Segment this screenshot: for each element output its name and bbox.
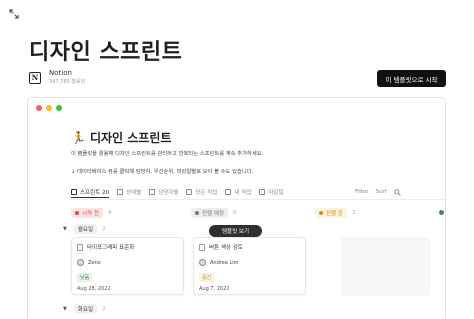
tab-label: 상태별	[126, 190, 142, 196]
view-toolbar: Filter Sort	[355, 186, 401, 198]
database-description: 이 템플릿을 활용해 디자인 스프린트를 관리하고 반복되는 스프린트를 계속 …	[71, 151, 264, 157]
toolbar-divider	[71, 199, 445, 200]
next-column-status-dot	[439, 210, 444, 215]
status-label: 시작 전	[82, 211, 99, 217]
use-template-button[interactable]: 이 템플릿으로 시작	[377, 70, 446, 87]
view-tabs: 스프린트 20 상태별 담당자별 모든 작업 내 작업 마감일	[71, 186, 292, 198]
task-card[interactable]: 버튼 색상 검토 Andrea Lim 중간 Aug 7, 2022	[193, 237, 306, 295]
tab-label: 내 작업	[234, 190, 252, 196]
priority-badge: 중간	[199, 273, 215, 282]
tab-due-date[interactable]: 마감일	[259, 186, 284, 198]
board-icon	[117, 189, 123, 195]
author-name[interactable]: Notion	[49, 69, 85, 78]
column-count: 2	[351, 210, 356, 216]
database-header: 🏃 디자인 스프린트	[71, 129, 171, 146]
group-monday[interactable]: ▼ 월요일 2	[63, 224, 106, 234]
empty-column-placeholder	[341, 237, 431, 296]
group-label: 월요일	[73, 224, 98, 234]
priority-badge: 낮음	[77, 273, 93, 282]
status-pill: 시작 전	[71, 208, 103, 218]
column-header-not-started: 시작 전 4	[71, 208, 111, 218]
collapse-icon[interactable]	[7, 6, 21, 20]
page-title: 디자인 스프린트	[29, 40, 183, 65]
status-dot	[75, 211, 79, 215]
group-count: 2	[102, 226, 106, 232]
tab-label: 담당자별	[158, 190, 179, 196]
window-minimize-dot	[46, 105, 52, 111]
window-maximize-dot	[56, 105, 62, 111]
list-icon	[186, 189, 193, 195]
column-count: 0	[233, 210, 237, 216]
status-dot	[319, 211, 323, 215]
tab-all-tasks[interactable]: 모든 작업	[186, 186, 217, 198]
card-title: 버튼 색상 검토	[199, 243, 243, 251]
runner-icon: 🏃	[71, 130, 86, 145]
column-header-in-progress: 진행 중 2	[315, 208, 355, 218]
table-icon	[71, 188, 77, 195]
tab-label: 마감일	[268, 190, 284, 196]
card-date: Aug 7, 2022	[199, 286, 230, 292]
card-assignee: Zeno	[77, 259, 101, 266]
notion-logo-icon: N	[29, 71, 41, 84]
assignee-name: Zeno	[88, 259, 101, 266]
person-icon	[149, 189, 156, 195]
assignee-name: Andrea Lim	[210, 259, 239, 266]
tab-sprint-20[interactable]: 스프린트 20	[71, 186, 109, 198]
sort-button[interactable]: Sort	[376, 189, 387, 195]
tab-label: 모든 작업	[195, 190, 218, 196]
filter-button[interactable]: Filter	[355, 189, 369, 195]
group-tuesday[interactable]: ▼ 화요일 2	[63, 304, 106, 314]
template-preview-window: 🏃 디자인 스프린트 이 템플릿을 활용해 디자인 스프린트를 관리하고 반복되…	[27, 97, 446, 319]
group-label: 화요일	[73, 304, 98, 314]
author-subtitle: 347,780 철률되	[49, 79, 86, 85]
status-pill: 진행 예정	[191, 208, 228, 218]
window-close-dot	[36, 105, 42, 111]
caret-down-icon[interactable]: ▼	[63, 226, 67, 232]
group-count: 2	[102, 306, 106, 312]
tab-label: 스프린트 20	[80, 189, 109, 196]
list-icon	[225, 189, 232, 195]
card-title: 타이포그래피 표준화	[77, 243, 134, 251]
card-date: Aug 28, 2022	[77, 286, 111, 292]
status-label: 진행 중	[326, 211, 343, 217]
status-pill: 진행 중	[315, 208, 347, 218]
search-icon[interactable]	[394, 188, 401, 196]
database-hint: ↓ 데이터베이스 뷰를 클릭해 담당자, 우선순위, 마감일별로 모아 볼 수도…	[71, 169, 254, 175]
tab-by-assignee[interactable]: 담당자별	[149, 186, 178, 198]
avatar	[77, 259, 84, 266]
caret-down-icon[interactable]: ▼	[63, 306, 67, 312]
tab-my-tasks[interactable]: 내 작업	[225, 186, 251, 198]
calendar-icon	[259, 189, 266, 195]
status-dot	[195, 211, 199, 215]
view-template-tooltip[interactable]: 템플릿 보기	[209, 225, 262, 237]
author-info: N Notion 347,780 철률되	[29, 69, 85, 86]
database-title: 디자인 스프린트	[89, 131, 172, 145]
task-card[interactable]: 타이포그래피 표준화 Zeno 낮음 Aug 28, 2022	[71, 237, 184, 295]
window-controls	[36, 105, 62, 111]
column-header-planned: 진행 예정 0	[191, 208, 237, 218]
avatar	[199, 259, 206, 266]
tab-by-status[interactable]: 상태별	[117, 186, 141, 198]
card-title-text: 버튼 색상 검토	[209, 245, 243, 251]
document-icon	[199, 243, 205, 251]
card-title-text: 타이포그래피 표준화	[87, 245, 135, 251]
status-label: 진행 예정	[202, 211, 224, 217]
card-assignee: Andrea Lim	[199, 259, 238, 266]
document-icon	[77, 243, 83, 251]
column-count: 4	[107, 210, 112, 216]
